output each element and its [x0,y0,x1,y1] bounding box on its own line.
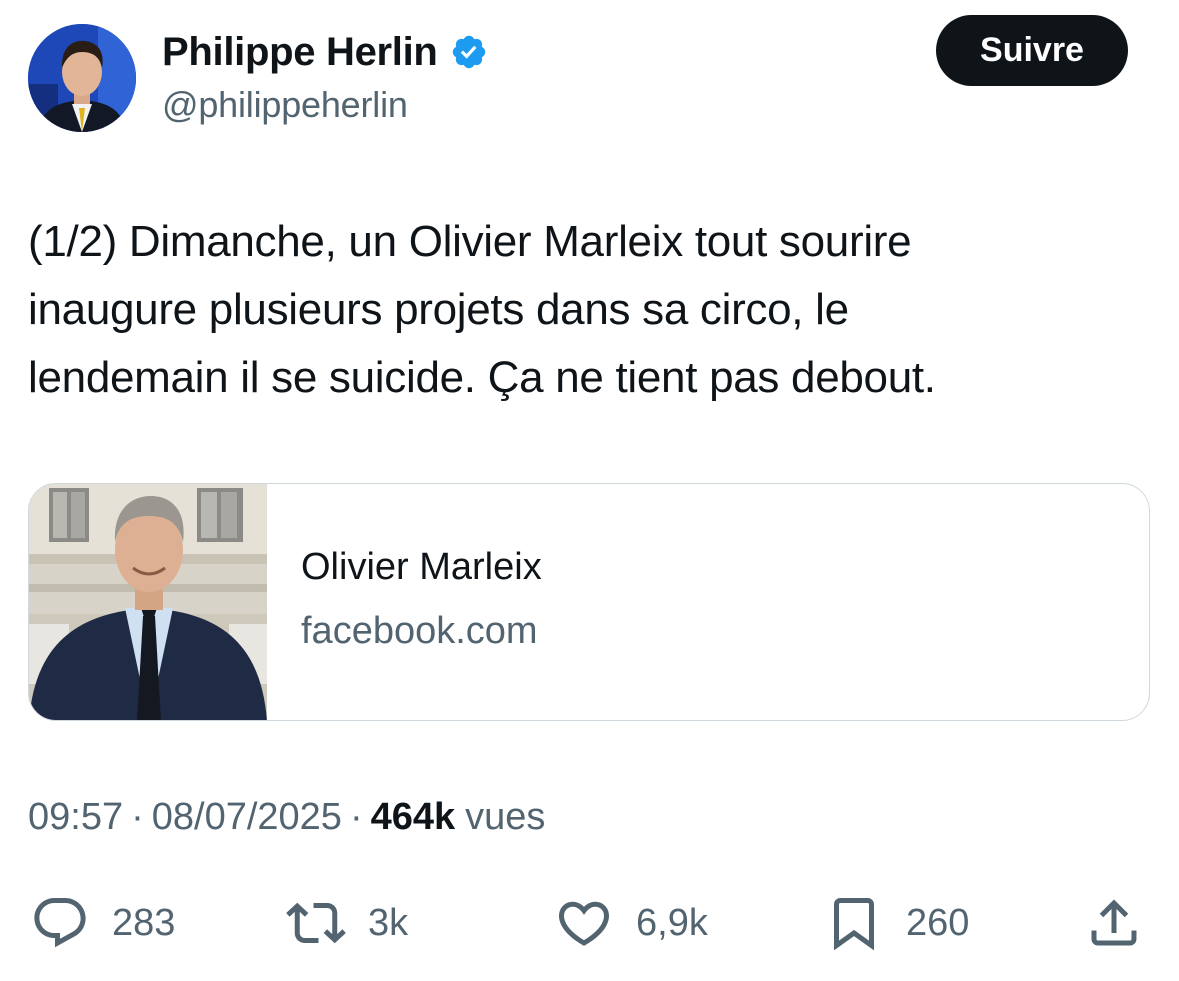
bookmark-count: 260 [906,901,970,944]
reply-bubble-icon [30,893,90,953]
author-display-name[interactable]: Philippe Herlin [162,30,438,75]
author-name-row: Philippe Herlin [162,28,488,76]
heart-icon [554,893,614,953]
link-card-thumbnail [29,484,267,720]
repost-button[interactable]: 3k [286,888,408,958]
meta-separator: · [349,796,363,838]
follow-button[interactable]: Suivre [936,15,1128,86]
author-handle[interactable]: @philippeherlin [162,84,408,126]
tweet-time[interactable]: 09:57 [28,796,123,839]
author-avatar[interactable] [28,24,136,132]
verified-badge-icon [450,33,488,71]
link-preview-card[interactable]: Olivier Marleix facebook.com [28,483,1150,721]
views-count[interactable]: 464k [371,796,456,839]
bookmark-button[interactable]: 260 [824,888,969,958]
repost-count: 3k [368,901,409,944]
tweet-text: (1/2) Dimanche, un Olivier Marleix tout … [28,208,1148,412]
reply-count: 283 [112,901,176,944]
meta-separator: · [131,796,144,838]
link-card-title: Olivier Marleix [301,546,542,588]
share-button[interactable] [1084,888,1144,958]
repost-arrows-icon [286,893,346,953]
share-upload-icon [1084,893,1144,953]
link-card-info: Olivier Marleix facebook.com [267,484,542,720]
avatar-image [28,24,136,132]
tweet-meta: 09:57 · 08/07/2025 · 464k vues [28,796,545,839]
tweet-date[interactable]: 08/07/2025 [152,796,342,839]
reply-button[interactable]: 283 [30,888,175,958]
bookmark-icon [824,893,884,953]
views-label: vues [465,796,546,838]
like-count: 6,9k [636,901,708,944]
tweet-text-line: lendemain il se suicide. Ça ne tient pas… [28,353,936,402]
like-button[interactable]: 6,9k [554,888,708,958]
link-card-domain: facebook.com [301,610,538,652]
tweet-text-line: (1/2) Dimanche, un Olivier Marleix tout … [28,217,912,266]
action-bar: 283 3k 6,9k 260 [0,888,1179,958]
tweet: Philippe Herlin @philippeherlin Suivre (… [0,0,1179,981]
tweet-text-line: inaugure plusieurs projets dans sa circo… [28,285,849,334]
